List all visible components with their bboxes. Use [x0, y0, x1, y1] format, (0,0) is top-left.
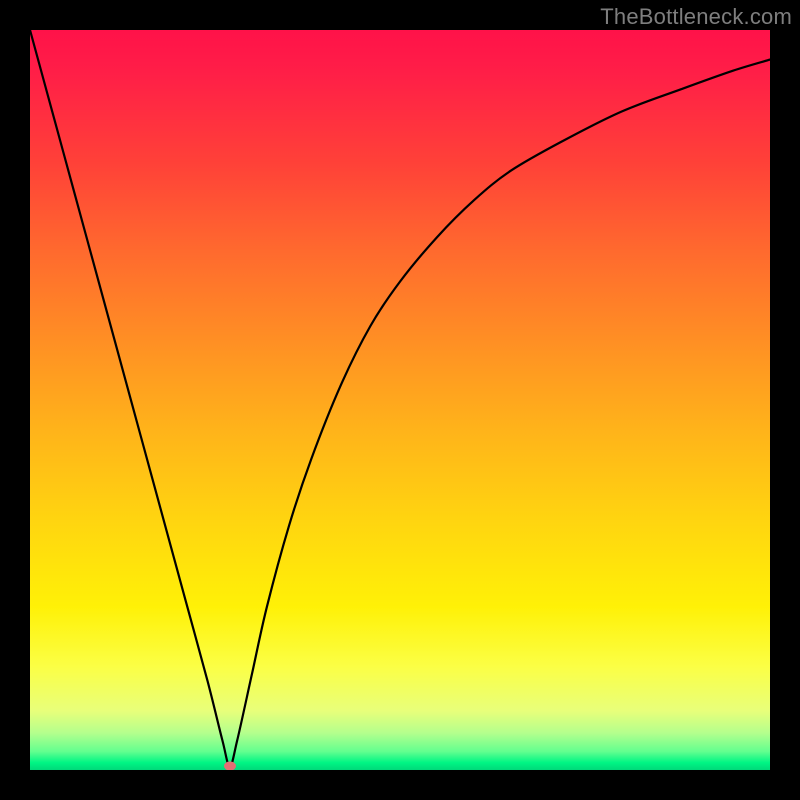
- plot-area: [30, 30, 770, 770]
- watermark-text: TheBottleneck.com: [600, 4, 792, 30]
- minimum-marker: [224, 762, 236, 770]
- chart-frame: TheBottleneck.com: [0, 0, 800, 800]
- curve-layer: [30, 30, 770, 770]
- series-curve: [30, 30, 770, 766]
